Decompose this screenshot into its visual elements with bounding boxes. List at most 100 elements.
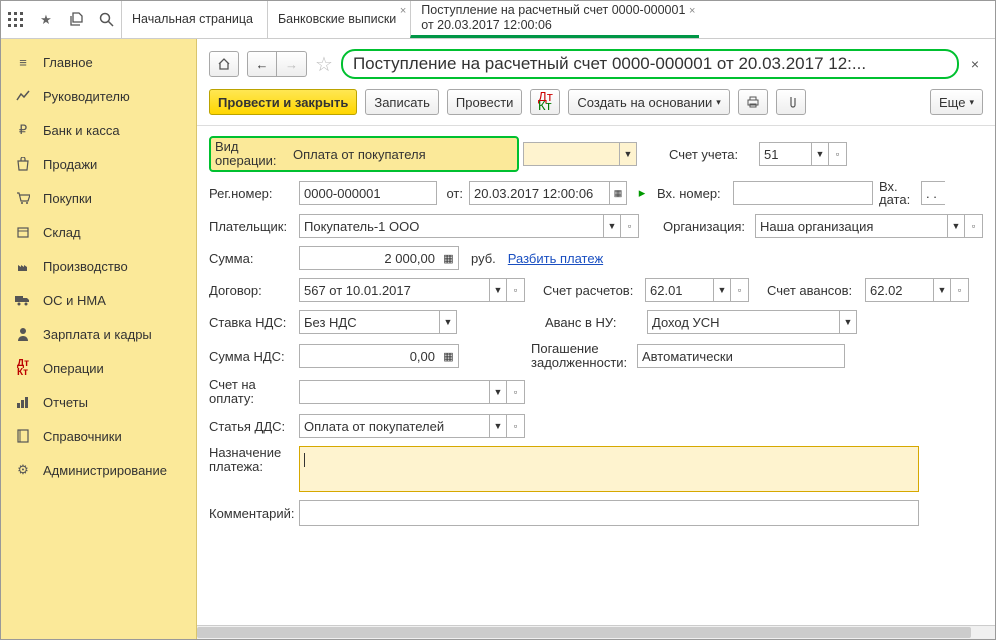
acct-calc-input[interactable]: 62.01 (645, 278, 713, 302)
dropdown-icon[interactable]: ▼ (489, 278, 507, 302)
nav-manager[interactable]: Руководителю (1, 79, 196, 113)
close-icon[interactable]: × (400, 5, 406, 17)
open-icon[interactable]: ▫ (621, 214, 639, 238)
in-date-label: Вх. дата: (879, 180, 915, 206)
contract-label: Договор: (209, 283, 293, 298)
tab-bank-statements[interactable]: Банковские выписки× (267, 1, 410, 38)
dropdown-icon[interactable]: ▼ (489, 380, 507, 404)
payer-input[interactable]: Покупатель-1 ООО (299, 214, 603, 238)
dtkt-button[interactable]: ДтКт (530, 89, 560, 115)
nav-assets[interactable]: ОС и НМА (1, 283, 196, 317)
attach-button[interactable] (776, 89, 806, 115)
adv-nu-input[interactable]: Доход УСН (647, 310, 839, 334)
dropdown-icon[interactable]: ▼ (839, 310, 857, 334)
star-icon[interactable]: ★ (37, 11, 55, 29)
calendar-icon[interactable]: ▦ (609, 181, 627, 205)
more-button[interactable]: Еще ▾ (930, 89, 983, 115)
write-button[interactable]: Записать (365, 89, 439, 115)
nav-warehouse[interactable]: Склад (1, 215, 196, 249)
in-date-input[interactable]: . . (921, 181, 945, 205)
box-icon (15, 224, 31, 240)
nav-admin[interactable]: ⚙Администрирование (1, 453, 196, 487)
search-icon[interactable] (97, 11, 115, 29)
dropdown-icon[interactable]: ▼ (713, 278, 731, 302)
book-icon (15, 428, 31, 444)
topbar-icons: ★ (1, 1, 121, 38)
date-input[interactable]: 20.03.2017 12:00:06 (469, 181, 609, 205)
close-button[interactable]: × (967, 56, 983, 72)
status-icon: ▸ (633, 185, 651, 201)
dds-input[interactable]: Оплата от покупателей (299, 414, 489, 438)
open-icon[interactable]: ▫ (507, 380, 525, 404)
post-button[interactable]: Провести (447, 89, 523, 115)
calculator-icon[interactable]: ▦ (439, 246, 459, 270)
open-icon[interactable]: ▫ (829, 142, 847, 166)
open-icon[interactable]: ▫ (731, 278, 749, 302)
org-input[interactable]: Наша организация (755, 214, 947, 238)
vat-rate-input[interactable]: Без НДС (299, 310, 439, 334)
currency-label: руб. (471, 251, 496, 266)
op-type-extra-input[interactable] (523, 142, 619, 166)
adv-nu-label: Аванс в НУ: (545, 315, 641, 330)
truck-icon (15, 292, 31, 308)
bag-icon (15, 156, 31, 172)
tab-home[interactable]: Начальная страница (121, 1, 267, 38)
apps-icon[interactable] (7, 11, 25, 29)
dropdown-icon[interactable]: ▼ (603, 214, 621, 238)
nav-reports[interactable]: Отчеты (1, 385, 196, 419)
account-input[interactable]: 51 (759, 142, 811, 166)
nav-operations[interactable]: ДтКтОперации (1, 351, 196, 385)
nav-refs[interactable]: Справочники (1, 419, 196, 453)
calculator-icon[interactable]: ▦ (439, 344, 459, 368)
home-button[interactable] (209, 51, 239, 77)
forward-button[interactable]: → (277, 51, 307, 77)
nav-bank[interactable]: ₽Банк и касса (1, 113, 196, 147)
history-icon[interactable] (67, 11, 85, 29)
nav-hr[interactable]: Зарплата и кадры (1, 317, 196, 351)
acct-adv-label: Счет авансов: (767, 283, 859, 298)
dropdown-icon[interactable]: ▼ (439, 310, 457, 334)
nav-production[interactable]: Производство (1, 249, 196, 283)
acct-adv-input[interactable]: 62.02 (865, 278, 933, 302)
comment-input[interactable] (299, 500, 919, 526)
regno-input[interactable]: 0000-000001 (299, 181, 437, 205)
nav-sales[interactable]: Продажи (1, 147, 196, 181)
nav-main[interactable]: ≡Главное (1, 45, 196, 79)
back-button[interactable]: ← (247, 51, 277, 77)
in-no-input[interactable] (733, 181, 873, 205)
page-title: Поступление на расчетный счет 0000-00000… (341, 49, 959, 79)
sum-input[interactable] (299, 246, 439, 270)
contract-input[interactable]: 567 от 10.01.2017 (299, 278, 489, 302)
dropdown-icon[interactable]: ▼ (489, 414, 507, 438)
tab-receipt[interactable]: Поступление на расчетный счет 0000-00000… (410, 1, 699, 38)
open-icon[interactable]: ▫ (507, 414, 525, 438)
dropdown-icon[interactable]: ▼ (619, 142, 637, 166)
dropdown-icon[interactable]: ▼ (947, 214, 965, 238)
open-icon[interactable]: ▫ (965, 214, 983, 238)
create-based-button[interactable]: Создать на основании ▾ (568, 89, 729, 115)
h-scrollbar[interactable] (197, 625, 995, 639)
vat-rate-label: Ставка НДС: (209, 315, 293, 330)
in-no-label: Вх. номер: (657, 186, 727, 201)
dropdown-icon[interactable]: ▼ (811, 142, 829, 166)
purpose-textarea[interactable] (299, 446, 919, 492)
debt-input[interactable]: Автоматически (637, 344, 845, 368)
print-button[interactable] (738, 89, 768, 115)
favorite-icon[interactable]: ☆ (315, 52, 333, 77)
org-label: Организация: (663, 219, 749, 234)
split-payment-link[interactable]: Разбить платеж (508, 251, 603, 266)
open-icon[interactable]: ▫ (507, 278, 525, 302)
sum-label: Сумма: (209, 251, 293, 266)
debt-label: Погашение задолженности: (531, 342, 631, 370)
op-type-input[interactable]: Оплата от покупателя (289, 142, 513, 166)
invoice-input[interactable] (299, 380, 489, 404)
nav-purchases[interactable]: Покупки (1, 181, 196, 215)
cart-icon (15, 190, 31, 206)
open-icon[interactable]: ▫ (951, 278, 969, 302)
post-close-button[interactable]: Провести и закрыть (209, 89, 357, 115)
close-icon[interactable]: × (689, 5, 695, 17)
chart-icon (15, 88, 31, 104)
vat-sum-input[interactable] (299, 344, 439, 368)
dropdown-icon[interactable]: ▼ (933, 278, 951, 302)
operation-type-highlight: Вид операции: Оплата от покупателя (209, 136, 519, 172)
